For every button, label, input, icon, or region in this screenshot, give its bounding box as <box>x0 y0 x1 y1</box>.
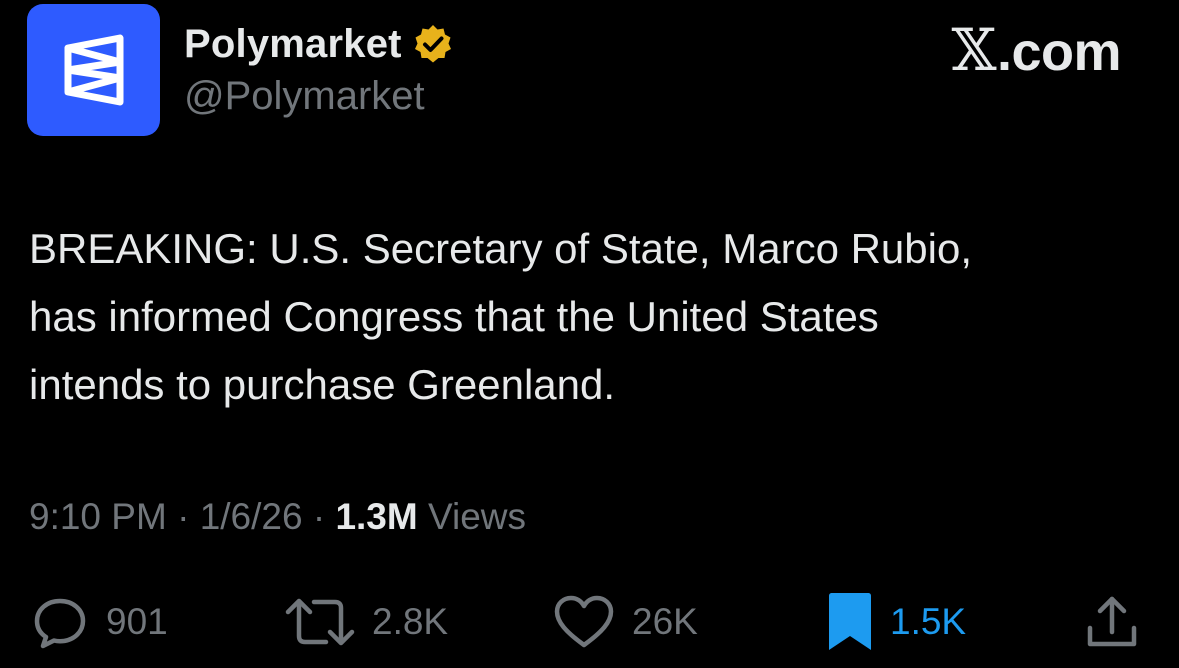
views-label: Views <box>417 496 527 537</box>
tweet-meta: 9:10 PM · 1/6/26 · 1.3M Views <box>29 496 526 538</box>
brand-domain: .com <box>996 22 1122 82</box>
display-name[interactable]: Polymarket <box>184 22 402 67</box>
heart-icon <box>554 595 614 648</box>
tweet-time[interactable]: 9:10 PM <box>29 496 167 537</box>
meta-separator: · <box>166 496 200 537</box>
tweet-actions-bar: 901 2.8K 26K 1.5K <box>0 590 1179 654</box>
user-handle[interactable]: @Polymarket <box>184 74 425 119</box>
repost-count: 2.8K <box>372 601 449 642</box>
avatar[interactable] <box>27 4 160 136</box>
x-logo-icon: 𝕏 <box>951 16 996 84</box>
share-button[interactable] <box>1082 590 1142 654</box>
tweet-text: BREAKING: U.S. Secretary of State, Marco… <box>29 215 1159 419</box>
x-dot-com-brand: 𝕏 .com <box>951 16 1121 84</box>
bookmark-icon <box>829 593 871 650</box>
tweet-text-line: has informed Congress that the United St… <box>29 293 879 340</box>
repost-button[interactable]: 2.8K <box>284 590 448 654</box>
tweet-text-line: BREAKING: U.S. Secretary of State, Marco… <box>29 225 973 272</box>
views-count: 1.3M <box>335 496 418 537</box>
tweet-text-line: intends to purchase Greenland. <box>29 361 616 408</box>
meta-separator: · <box>302 496 336 537</box>
like-button[interactable]: 26K <box>552 590 698 654</box>
reply-button[interactable]: 901 <box>30 590 168 654</box>
share-icon <box>1087 596 1137 647</box>
like-count: 26K <box>632 601 698 642</box>
reply-icon <box>34 598 86 649</box>
polymarket-logo-icon <box>64 34 123 106</box>
bookmark-button[interactable]: 1.5K <box>826 590 966 654</box>
repost-icon <box>285 598 355 646</box>
verified-badge-icon <box>414 25 451 63</box>
author-name-row: Polymarket <box>184 20 454 68</box>
bookmark-count: 1.5K <box>890 601 967 642</box>
reply-count: 901 <box>106 601 168 642</box>
tweet-date[interactable]: 1/6/26 <box>200 496 303 537</box>
